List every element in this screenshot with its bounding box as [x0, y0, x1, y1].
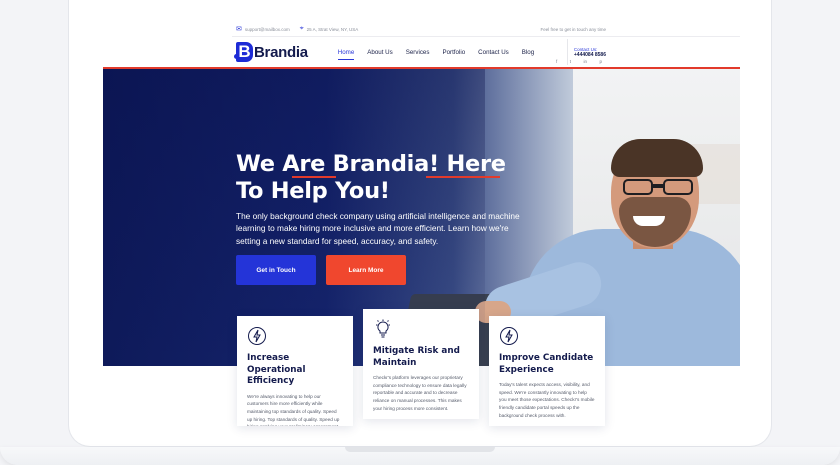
feature-card-text: Today's talent expects access, visibilit… — [499, 382, 595, 418]
twitter-icon[interactable]: t — [570, 59, 571, 64]
learn-more-button[interactable]: Learn More — [326, 255, 406, 285]
hero-title: We Are Brandia! Here To Help You! — [236, 151, 536, 205]
person-smile — [633, 216, 665, 226]
nav-item-about[interactable]: About Us — [367, 49, 392, 56]
top-bar: ✉ support@mailbox.com ⌖ 25 A, Strat View… — [236, 23, 606, 35]
lightning-icon — [500, 327, 518, 345]
person-glasses — [619, 179, 701, 195]
feature-card-text: Checkr's platform leverages our propriet… — [373, 375, 467, 411]
feature-card[interactable]: Mitigate Risk and Maintain Checkr's plat… — [363, 309, 479, 419]
hero-title-line2: To Help You! — [236, 178, 390, 204]
device-notch — [345, 447, 495, 452]
nav-item-home[interactable]: Home — [337, 49, 354, 60]
title-underline — [426, 176, 500, 178]
mail-icon: ✉ — [236, 26, 242, 33]
nav-item-blog[interactable]: Blog — [522, 49, 534, 56]
logo-mark: B — [234, 42, 253, 62]
hero-title-line1: We Are Brandia! Here — [236, 151, 506, 177]
nav-item-contact[interactable]: Contact Us — [478, 49, 509, 56]
topbar-divider — [232, 36, 740, 37]
title-underline — [292, 176, 336, 178]
pinterest-icon[interactable]: p — [599, 59, 602, 64]
topbar-address-text: 25 A, Strat View, NY, USA — [306, 26, 359, 32]
main-nav: Home About Us Services Portfolio Contact… — [337, 49, 547, 60]
topbar-email[interactable]: ✉ support@mailbox.com — [236, 25, 290, 33]
hero-description: The only background check company using … — [236, 211, 520, 246]
feature-card-title: Improve Candidate Experience — [499, 353, 594, 375]
feature-card[interactable]: Increase Operational Efficiency We're al… — [237, 316, 353, 426]
social-links: f t in p — [552, 55, 606, 67]
topbar-tagline: Feel free to get in touch any time — [540, 26, 606, 32]
facebook-icon[interactable]: f — [556, 59, 557, 64]
person-hair — [611, 139, 703, 177]
location-icon: ⌖ — [299, 25, 304, 32]
feature-card-title: Increase Operational Efficiency — [247, 353, 306, 386]
feature-card-text: We're always innovating to help our cust… — [247, 393, 340, 427]
feature-card[interactable]: Improve Candidate Experience Today's tal… — [489, 316, 605, 426]
lightbulb-icon — [376, 319, 390, 338]
topbar-email-text: support@mailbox.com — [244, 26, 290, 32]
linkedin-icon[interactable]: in — [583, 59, 587, 64]
nav-item-portfolio[interactable]: Portfolio — [442, 49, 465, 56]
lightning-icon — [248, 327, 266, 345]
logo[interactable]: B Brandia — [234, 42, 308, 62]
topbar-address: ⌖ 25 A, Strat View, NY, USA — [300, 25, 359, 33]
get-in-touch-button[interactable]: Get in Touch — [236, 255, 316, 285]
logo-text: Brandia — [254, 43, 308, 61]
feature-card-title: Mitigate Risk and Maintain — [373, 346, 460, 368]
nav-item-services[interactable]: Services — [406, 49, 430, 56]
site-header: B Brandia Home About Us Services Portfol… — [234, 38, 606, 66]
